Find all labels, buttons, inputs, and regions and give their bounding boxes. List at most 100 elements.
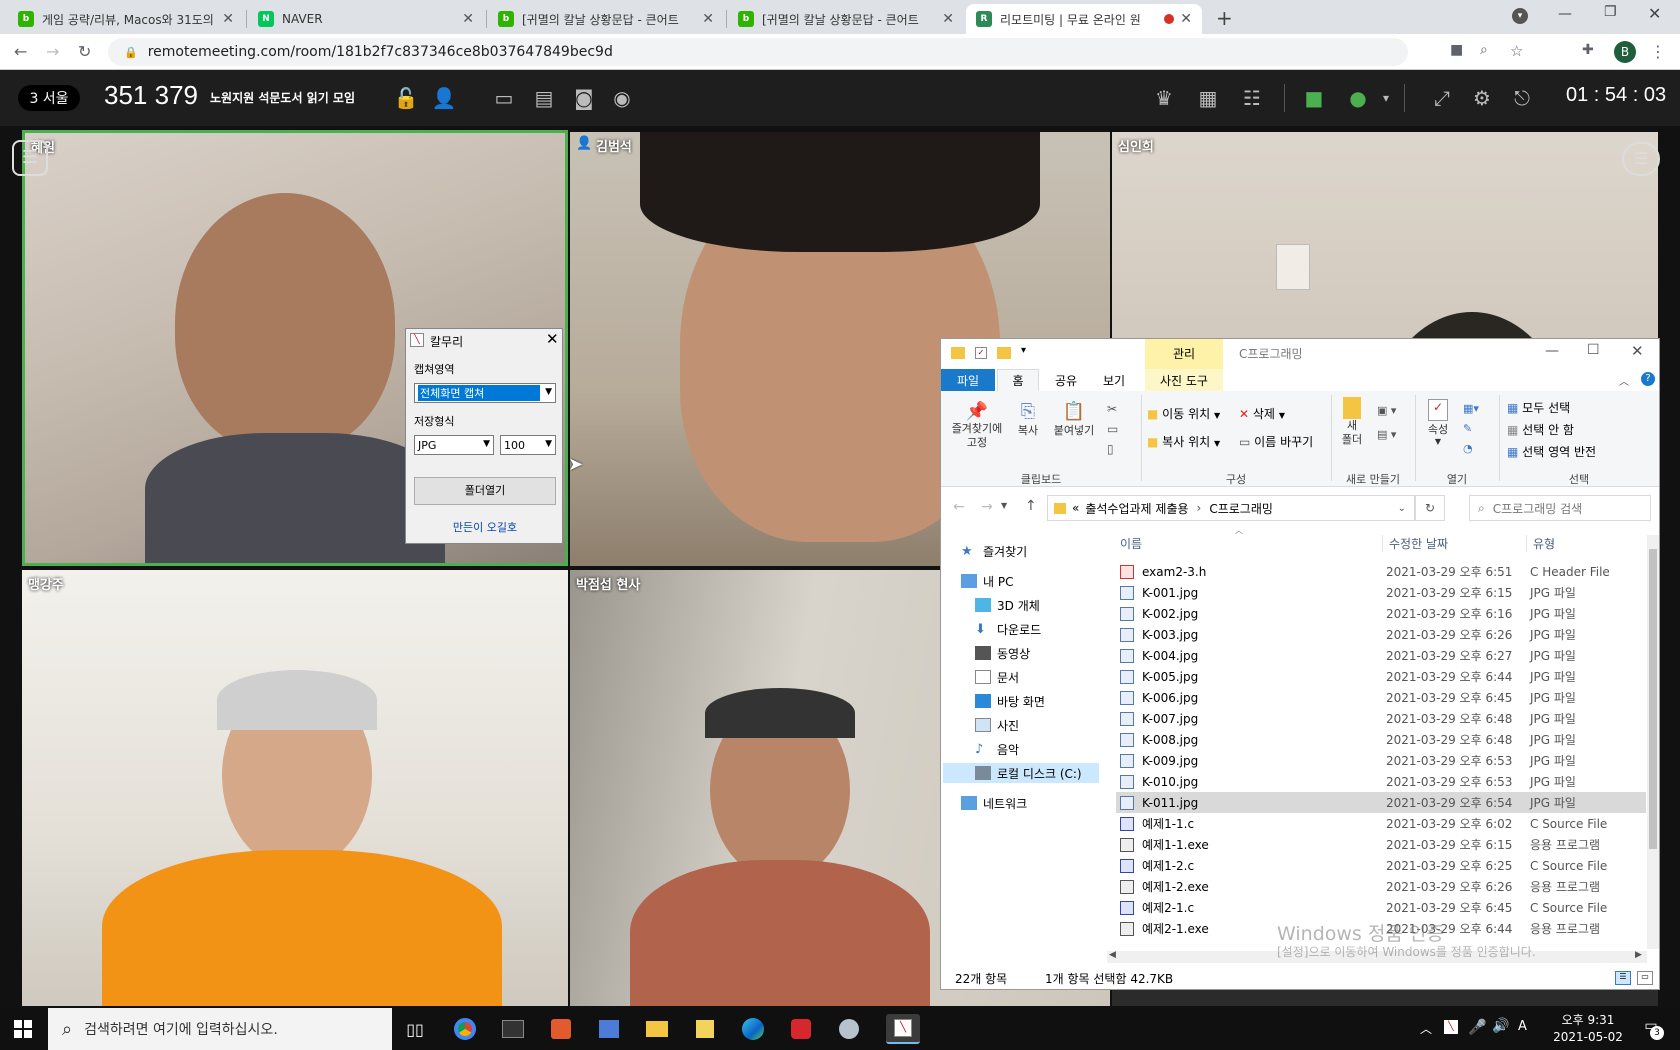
- tab-home[interactable]: 홈: [997, 369, 1039, 391]
- video-camera-icon[interactable]: ■: [1300, 84, 1328, 112]
- vpn-shield-icon[interactable]: [832, 1014, 866, 1044]
- file-row[interactable]: 예제2-1.exe 2021-03-29 오후 6:44 응용 프로그램: [1116, 918, 1646, 939]
- horizontal-scrollbar[interactable]: ◀ ▶: [1107, 950, 1647, 963]
- file-row[interactable]: K-007.jpg 2021-03-29 오후 6:48 JPG 파일: [1116, 708, 1646, 729]
- participant-count-badge[interactable]: 3 서울: [18, 85, 80, 111]
- taskbar-clock[interactable]: 오후 9:31 2021-05-02: [1548, 1012, 1628, 1046]
- new-folder-button[interactable]: 새 폴더: [1337, 397, 1367, 447]
- scroll-left-icon[interactable]: ◀: [1109, 950, 1116, 960]
- back-icon[interactable]: ←: [953, 499, 965, 515]
- notification-center-icon[interactable]: ▭ 3: [1640, 1018, 1664, 1040]
- browser-tab-active[interactable]: R 리모트미팅 | 무료 온라인 원 ✕: [966, 4, 1202, 34]
- forward-icon[interactable]: →: [46, 42, 59, 61]
- address-bar[interactable]: 🔒 remotemeeting.com/room/181b2f7c837346c…: [108, 38, 1408, 66]
- sticky-notes-icon[interactable]: [688, 1014, 722, 1044]
- scrollbar-thumb[interactable]: [1649, 549, 1657, 849]
- camera-capture-icon[interactable]: ◙: [570, 84, 598, 112]
- invert-selection-button[interactable]: ▦ 선택 영역 반전: [1507, 441, 1596, 463]
- column-header-type[interactable]: 유형: [1526, 534, 1555, 552]
- select-all-button[interactable]: ▦ 모두 선택: [1507, 397, 1596, 419]
- file-row[interactable]: exam2-3.h 2021-03-29 오후 6:51 C Header File: [1116, 561, 1646, 582]
- fullscreen-icon[interactable]: ⤢: [1428, 84, 1456, 112]
- minimize-icon[interactable]: —: [1558, 6, 1572, 22]
- capture-area-select[interactable]: 전체화면 캡쳐 ▼: [414, 383, 556, 403]
- file-row[interactable]: 예제1-2.c 2021-03-29 오후 6:25 C Source File: [1116, 855, 1646, 876]
- maximize-icon[interactable]: ☐: [1587, 342, 1600, 358]
- capture-tray-icon[interactable]: ╲: [1444, 1020, 1458, 1034]
- file-row-selected[interactable]: K-011.jpg 2021-03-29 오후 6:54 JPG 파일: [1116, 792, 1646, 813]
- bookmark-star-icon[interactable]: ☆: [1510, 42, 1523, 60]
- file-row[interactable]: 예제1-2.exe 2021-03-29 오후 6:26 응용 프로그램: [1116, 876, 1646, 897]
- camera-blocked-icon[interactable]: ■: [1450, 42, 1463, 58]
- collapse-ribbon-icon[interactable]: ︿: [1619, 373, 1629, 388]
- settings-gear-icon[interactable]: ⚙: [1468, 84, 1496, 112]
- chat-panel-icon[interactable]: ☰: [12, 140, 48, 176]
- new-item-icon[interactable]: ▣ ▾: [1377, 399, 1396, 423]
- terminal-icon[interactable]: [496, 1014, 530, 1044]
- file-row[interactable]: K-004.jpg 2021-03-29 오후 6:27 JPG 파일: [1116, 645, 1646, 666]
- edge-icon[interactable]: [736, 1014, 770, 1044]
- file-row[interactable]: K-001.jpg 2021-03-29 오후 6:15 JPG 파일: [1116, 582, 1646, 603]
- tab-view[interactable]: 보기: [1093, 369, 1135, 391]
- forward-icon[interactable]: →: [981, 499, 993, 515]
- file-row[interactable]: K-010.jpg 2021-03-29 오후 6:53 JPG 파일: [1116, 771, 1646, 792]
- lock-room-icon[interactable]: 🔓: [392, 84, 420, 112]
- browser-menu-icon[interactable]: ⋮: [1650, 42, 1666, 61]
- record-icon[interactable]: ◉: [608, 84, 636, 112]
- rename-button[interactable]: ▭ 이름 바꾸기: [1239, 433, 1313, 450]
- tab-search-icon[interactable]: ▾: [1512, 8, 1528, 24]
- close-tab-icon[interactable]: ✕: [942, 11, 954, 27]
- hwp-icon[interactable]: [784, 1014, 818, 1044]
- close-window-icon[interactable]: ✕: [1631, 342, 1644, 360]
- tab-picture-tools[interactable]: 사진 도구: [1145, 369, 1223, 391]
- quick-access-dropdown-icon[interactable]: ▾: [1021, 345, 1026, 356]
- tab-file[interactable]: 파일: [941, 369, 995, 391]
- file-row[interactable]: K-009.jpg 2021-03-29 오후 6:53 JPG 파일: [1116, 750, 1646, 771]
- start-windows-icon[interactable]: [6, 1014, 40, 1044]
- close-tab-icon[interactable]: ✕: [1180, 11, 1192, 27]
- search-input[interactable]: ⌕ C프로그래밍 검색: [1469, 495, 1651, 521]
- large-icons-view-icon[interactable]: ▭: [1637, 971, 1653, 985]
- file-row[interactable]: K-005.jpg 2021-03-29 오후 6:44 JPG 파일: [1116, 666, 1646, 687]
- taskbar-search-box[interactable]: ⌕ 검색하려면 여기에 입력하십시오.: [48, 1008, 392, 1050]
- breadcrumb-item[interactable]: 출석수업과제 제출용: [1085, 500, 1188, 517]
- history-icon[interactable]: ◔: [1463, 439, 1479, 459]
- cut-icon[interactable]: ✂: [1107, 399, 1118, 419]
- file-explorer-taskbar-icon[interactable]: [640, 1014, 674, 1044]
- vertical-scrollbar[interactable]: [1647, 535, 1659, 949]
- recent-locations-icon[interactable]: ▼: [1001, 501, 1007, 510]
- credit-link[interactable]: 만든이 오길호: [406, 519, 564, 535]
- help-icon[interactable]: ?: [1641, 372, 1655, 386]
- breadcrumb-item[interactable]: C프로그래밍: [1209, 500, 1273, 517]
- nav-favorites[interactable]: ★ 즐겨찾기: [961, 541, 1027, 561]
- chevron-down-icon[interactable]: ⌄: [1398, 503, 1406, 514]
- video-tile[interactable]: 맹강주: [22, 570, 568, 1006]
- scroll-right-icon[interactable]: ▶: [1635, 950, 1642, 960]
- quality-select[interactable]: 100 ▼: [500, 435, 556, 455]
- file-row[interactable]: K-006.jpg 2021-03-29 오후 6:45 JPG 파일: [1116, 687, 1646, 708]
- profile-avatar[interactable]: B: [1614, 41, 1636, 63]
- participants-list-icon[interactable]: ☷: [1238, 84, 1266, 112]
- chat-bubble-icon[interactable]: ☰: [1622, 142, 1660, 176]
- zoom-icon[interactable]: ⌕: [1480, 42, 1488, 58]
- file-row[interactable]: K-002.jpg 2021-03-29 오후 6:16 JPG 파일: [1116, 603, 1646, 624]
- microphone-icon[interactable]: ●: [1344, 84, 1372, 112]
- close-tab-icon[interactable]: ✕: [222, 11, 234, 27]
- details-view-icon[interactable]: ☰: [1615, 971, 1631, 985]
- breadcrumb-overflow[interactable]: «: [1072, 501, 1079, 515]
- show-hidden-icons-icon[interactable]: ︿: [1420, 1020, 1432, 1037]
- screen-share-icon[interactable]: ▭: [490, 84, 518, 112]
- reload-icon[interactable]: ↻: [78, 42, 91, 61]
- up-folder-icon[interactable]: ↑: [1025, 498, 1037, 514]
- column-header-name[interactable]: 이름: [1116, 535, 1382, 552]
- invite-user-icon[interactable]: 👤: [430, 84, 458, 112]
- browser-tab[interactable]: b 게임 공략/리뷰, Macos와 31도의 ✕: [8, 4, 244, 34]
- microphone-tray-icon[interactable]: 🎤: [1468, 1018, 1487, 1036]
- capture-tool-taskbar-icon[interactable]: ╲: [886, 1014, 920, 1044]
- format-select[interactable]: JPG ▼: [414, 435, 494, 455]
- edit-icon[interactable]: ✎: [1463, 419, 1479, 439]
- easy-access-icon[interactable]: ▤ ▾: [1377, 423, 1396, 447]
- copy-to-button[interactable]: ■ 복사 위치 ▼: [1147, 433, 1220, 450]
- volume-icon[interactable]: 🔊: [1492, 1018, 1509, 1034]
- restore-icon[interactable]: ❐: [1604, 4, 1617, 20]
